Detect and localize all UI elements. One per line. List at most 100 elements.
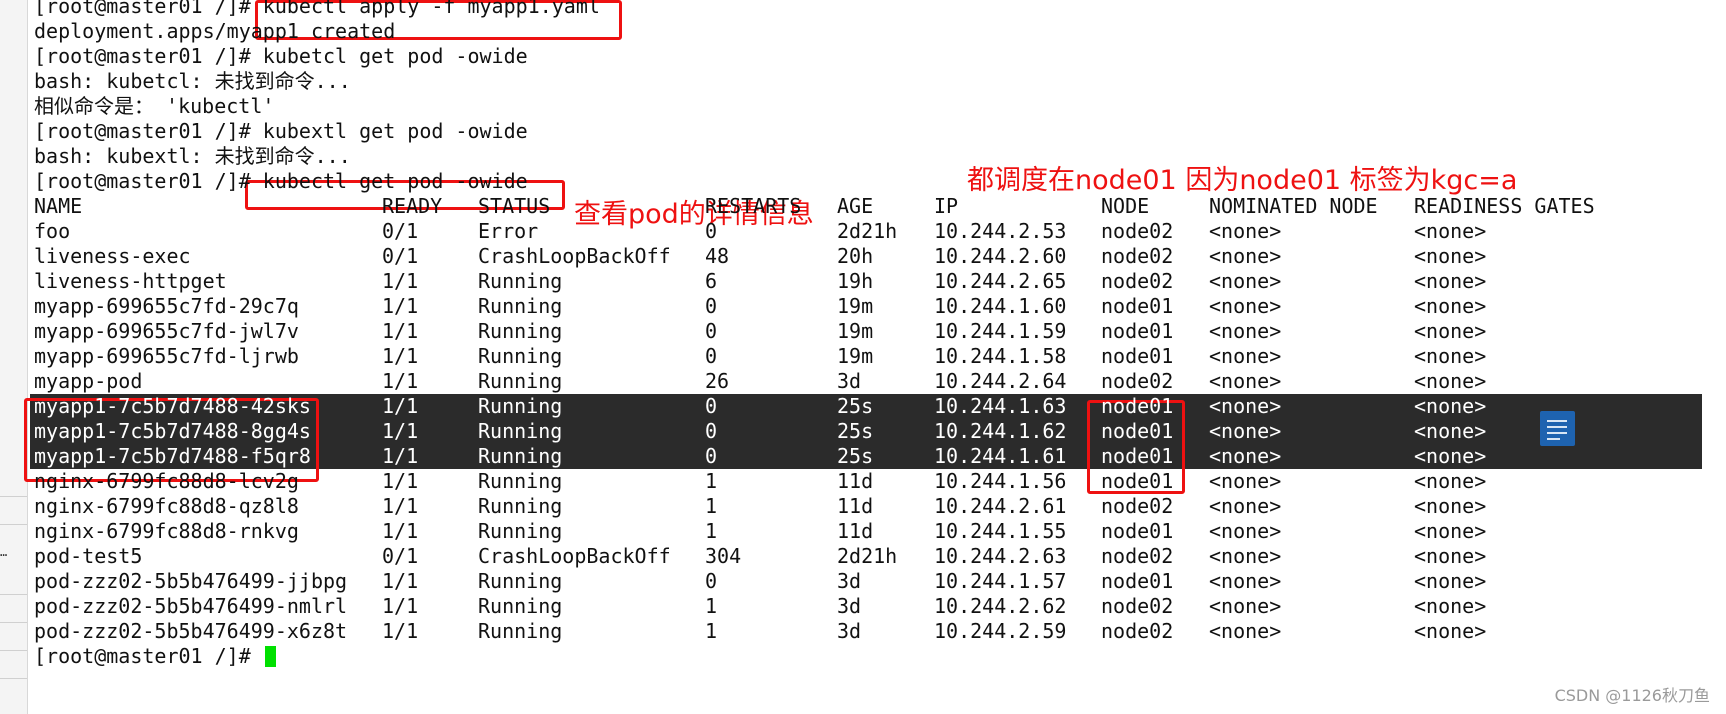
table-row: liveness-exec 0/1 CrashLoopBackOff 48 20h 10.… xyxy=(34,244,1726,269)
pod-age: 11d xyxy=(837,469,874,493)
pod-nominated-node: <none> xyxy=(1209,369,1282,393)
pod-readiness-gates: <none> xyxy=(1414,469,1487,493)
pod-ready: 1/1 xyxy=(382,419,419,443)
header-ip: IP xyxy=(934,194,959,218)
table-row: liveness-httpget 1/1 Running 6 19h 10.244.2.6… xyxy=(34,269,1726,294)
annotation-scheduling-note: 都调度在node01 因为node01 标签为kgc=a xyxy=(967,165,1518,196)
pod-status: Running xyxy=(478,494,563,518)
prompt-line[interactable]: [root@master01 /]# xyxy=(34,644,1726,669)
table-row: myapp-pod 1/1 Running 26 3d 10.244.2.64 node02… xyxy=(34,369,1726,394)
pod-node: node01 xyxy=(1101,469,1174,493)
pod-age: 19m xyxy=(837,294,874,318)
pod-node: node02 xyxy=(1101,544,1174,568)
pod-status: Running xyxy=(478,619,563,643)
pod-nominated-node: <none> xyxy=(1209,469,1282,493)
pod-restarts: 0 xyxy=(705,569,718,593)
pod-name: pod-zzz02-5b5b476499-x6z8t xyxy=(34,619,348,643)
pod-name: myapp1-7c5b7d7488-8gg4s xyxy=(34,419,311,443)
pod-node: node01 xyxy=(1101,394,1174,418)
document-icon[interactable] xyxy=(1540,411,1575,446)
pod-node: node02 xyxy=(1101,494,1174,518)
pod-node: node02 xyxy=(1101,619,1174,643)
pod-node: node02 xyxy=(1101,219,1174,243)
header-name: NAME xyxy=(34,194,83,218)
pod-restarts: 1 xyxy=(705,494,718,518)
table-row: myapp-699655c7fd-ljrwb 1/1 Running 0 19m 10.2… xyxy=(34,344,1726,369)
table-row: myapp1-7c5b7d7488-f5qr8 1/1 Running 0 25s 10.… xyxy=(30,444,1726,469)
pod-ip: 10.244.2.59 xyxy=(934,619,1067,643)
pod-ready: 1/1 xyxy=(382,394,419,418)
pod-readiness-gates: <none> xyxy=(1414,544,1487,568)
pod-name: liveness-exec xyxy=(34,244,191,268)
pod-name: nginx-6799fc88d8-lcv2g xyxy=(34,469,299,493)
pod-age: 11d xyxy=(837,519,874,543)
pod-name: myapp1-7c5b7d7488-42sks xyxy=(34,394,311,418)
pod-age: 2d21h xyxy=(837,219,898,243)
pod-nominated-node: <none> xyxy=(1209,594,1282,618)
pod-ready: 1/1 xyxy=(382,369,419,393)
pod-ip: 10.244.1.63 xyxy=(934,394,1067,418)
pod-node: node01 xyxy=(1101,569,1174,593)
pod-readiness-gates: <none> xyxy=(1414,344,1487,368)
terminal-line: bash: kubetcl: 未找到命令... xyxy=(34,69,351,93)
pod-readiness-gates: <none> xyxy=(1414,519,1487,543)
pod-age: 3d xyxy=(837,594,862,618)
pod-restarts: 1 xyxy=(705,519,718,543)
table-row: foo 0/1 Error 0 2d21h 10.244.2.53 node02 <none>… xyxy=(34,219,1726,244)
pod-status: Running xyxy=(478,444,563,468)
pod-age: 3d xyxy=(837,569,862,593)
table-row: pod-zzz02-5b5b476499-jjbpg 1/1 Running 0 3d 1… xyxy=(34,569,1726,594)
table-row: myapp1-7c5b7d7488-42sks 1/1 Running 0 25s 10.… xyxy=(30,394,1726,419)
pod-ip: 10.244.1.57 xyxy=(934,569,1067,593)
terminal-line: [root@master01 /]# kubectl apply -f myap… xyxy=(34,0,600,18)
pod-node: node02 xyxy=(1101,594,1174,618)
pod-node: node01 xyxy=(1101,319,1174,343)
pod-readiness-gates: <none> xyxy=(1414,494,1487,518)
pod-node: node02 xyxy=(1101,244,1174,268)
pod-age: 25s xyxy=(837,444,874,468)
pod-restarts: 0 xyxy=(705,394,718,418)
pod-readiness-gates: <none> xyxy=(1414,594,1487,618)
pod-node: node01 xyxy=(1101,444,1174,468)
pod-ip: 10.244.1.55 xyxy=(934,519,1067,543)
terminal-line: [root@master01 /]# kubextl get pod -owid… xyxy=(34,119,528,143)
terminal-line: 相似命令是： 'kubectl' xyxy=(34,94,275,118)
pod-ready: 0/1 xyxy=(382,544,419,568)
pod-nominated-node: <none> xyxy=(1209,394,1282,418)
pod-restarts: 26 xyxy=(705,369,730,393)
pod-nominated-node: <none> xyxy=(1209,544,1282,568)
pod-ready: 0/1 xyxy=(382,219,419,243)
pod-ready: 1/1 xyxy=(382,269,419,293)
watermark: CSDN @1126秋刀鱼 xyxy=(1554,686,1710,705)
pod-ip: 10.244.1.56 xyxy=(934,469,1067,493)
pod-nominated-node: <none> xyxy=(1209,319,1282,343)
pod-status: Error xyxy=(478,219,539,243)
table-row: nginx-6799fc88d8-rnkvg 1/1 Running 1 11d 10.2… xyxy=(34,519,1726,544)
header-restarts: RESTARTS xyxy=(705,194,802,218)
pod-readiness-gates: <none> xyxy=(1414,394,1487,418)
pod-ready: 1/1 xyxy=(382,569,419,593)
pod-readiness-gates: <none> xyxy=(1414,619,1487,643)
gutter-divider xyxy=(0,678,27,679)
pod-readiness-gates: <none> xyxy=(1414,444,1487,468)
pod-readiness-gates: <none> xyxy=(1414,244,1487,268)
pod-ip: 10.244.2.63 xyxy=(934,544,1067,568)
pod-ip: 10.244.1.58 xyxy=(934,344,1067,368)
pod-status: Running xyxy=(478,319,563,343)
pod-restarts: 0 xyxy=(705,319,718,343)
pod-ready: 1/1 xyxy=(382,519,419,543)
pod-ready: 1/1 xyxy=(382,444,419,468)
terminal-output[interactable]: [root@master01 /]# kubectl apply -f myap… xyxy=(30,0,1726,714)
pod-node: node01 xyxy=(1101,419,1174,443)
pod-status: Running xyxy=(478,419,563,443)
pod-node: node01 xyxy=(1101,344,1174,368)
pod-nominated-node: <none> xyxy=(1209,444,1282,468)
table-row: myapp-699655c7fd-jwl7v 1/1 Running 0 19m 10.2… xyxy=(34,319,1726,344)
pod-nominated-node: <none> xyxy=(1209,269,1282,293)
pod-status: Running xyxy=(478,269,563,293)
pod-ip: 10.244.2.60 xyxy=(934,244,1067,268)
pod-name: myapp-699655c7fd-jwl7v xyxy=(34,319,299,343)
pod-age: 3d xyxy=(837,369,862,393)
pod-name: pod-test5 xyxy=(34,544,143,568)
pod-readiness-gates: <none> xyxy=(1414,369,1487,393)
